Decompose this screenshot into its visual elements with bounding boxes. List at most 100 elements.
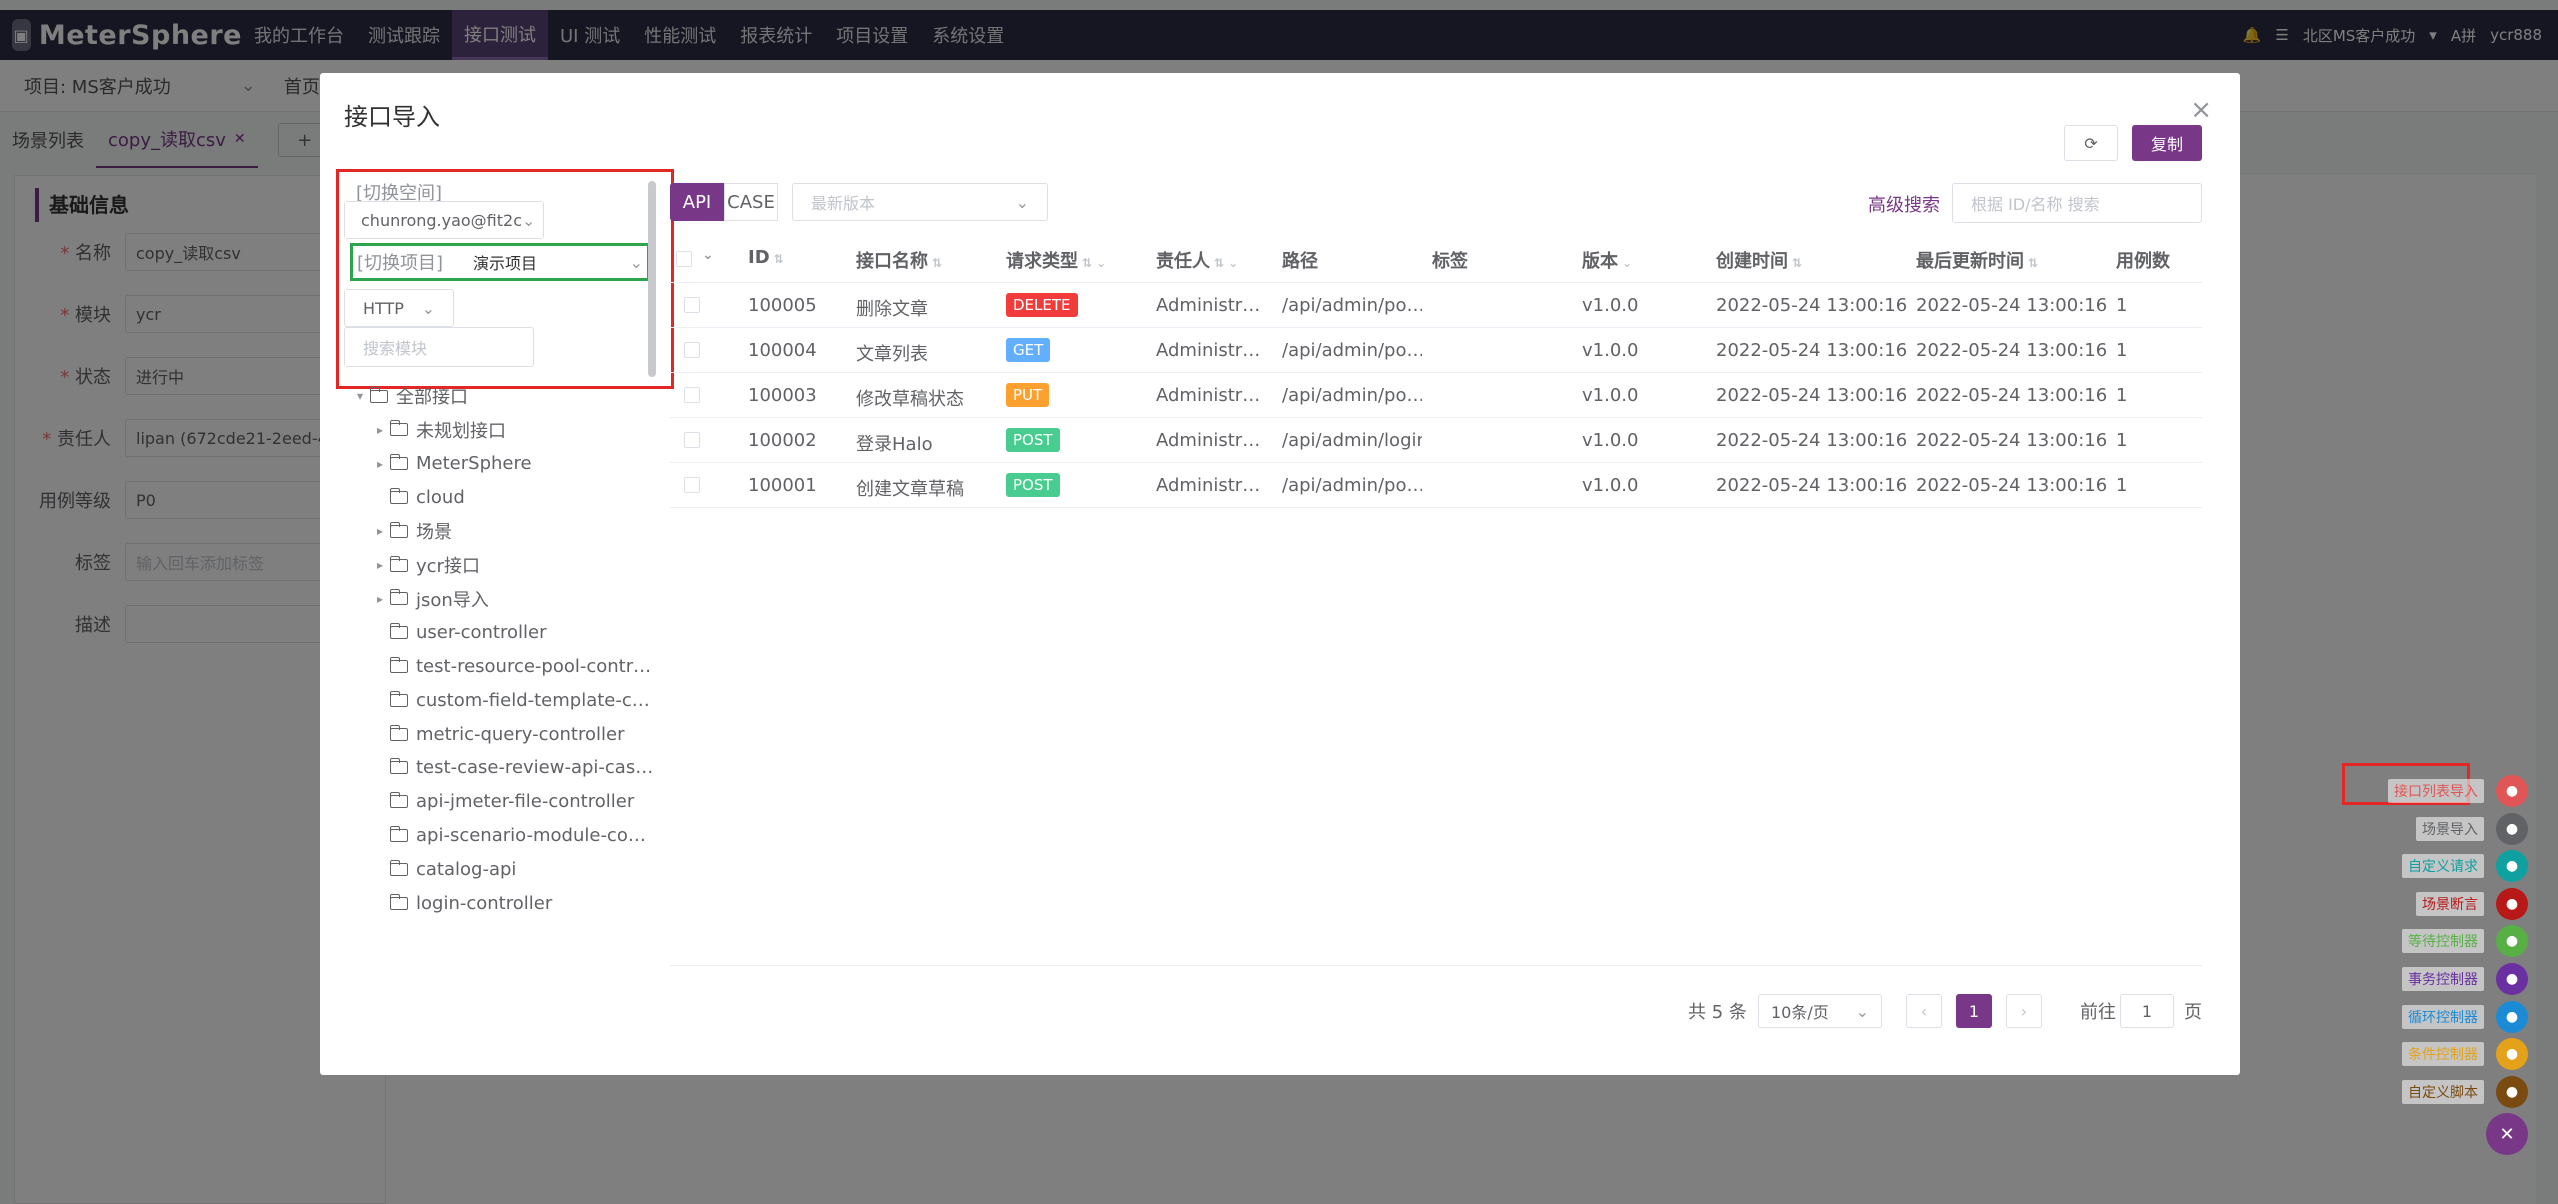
copy-button[interactable]: 复制: [2132, 125, 2202, 161]
fab-icon[interactable]: ●: [2496, 887, 2528, 920]
tree-node[interactable]: test-resource-pool-contr…: [370, 651, 651, 681]
table-row[interactable]: 100003 修改草稿状态 PUT Administr… /api/admin/po… v…: [670, 373, 2202, 418]
cell-created: 2022-05-24 13:00:16: [1716, 430, 1908, 451]
tree-node[interactable]: cloud: [370, 482, 465, 512]
tree-node[interactable]: catalog-api: [370, 854, 516, 884]
tree-node-label: api-scenario-module-co…: [416, 824, 646, 846]
table-row[interactable]: 100002 登录Halo POST Administr… /api/admin/log…: [670, 418, 2202, 463]
fab-label[interactable]: 自定义请求: [2402, 854, 2484, 879]
col-updated[interactable]: 最后更新时间 ⇅: [1916, 247, 2038, 273]
fab-icon[interactable]: ●: [2496, 963, 2528, 995]
table-row[interactable]: 100005 删除文章 DELETE Administr… /api/admin/po……: [670, 283, 2202, 328]
id-search-input[interactable]: 根据 ID/名称 搜索: [1952, 183, 2202, 223]
fab-icon[interactable]: ●: [2496, 925, 2528, 958]
tree-node[interactable]: test-case-review-api-cas…: [370, 753, 653, 783]
fab-item[interactable]: 场景导入 ●: [2416, 812, 2528, 845]
tab-case[interactable]: CASE: [724, 183, 778, 221]
fab-item[interactable]: 自定义脚本 ●: [2402, 1075, 2528, 1108]
tree-node[interactable]: login-controller: [370, 888, 552, 918]
fab-label[interactable]: 条件控制器: [2402, 1042, 2484, 1067]
caret-right-icon[interactable]: ▸: [370, 524, 390, 538]
fab-close-button[interactable]: ✕: [2486, 1113, 2528, 1155]
row-checkbox[interactable]: [684, 387, 700, 403]
fab-item[interactable]: 等待控制器 ●: [2402, 925, 2528, 958]
fab-label[interactable]: 接口列表导入: [2388, 779, 2484, 803]
row-checkbox[interactable]: [684, 297, 700, 313]
table-row[interactable]: 100004 文章列表 GET Administr… /api/admin/po… v1.…: [670, 328, 2202, 373]
page-number[interactable]: 1: [1956, 994, 1992, 1028]
module-search-input[interactable]: 搜索模块: [344, 327, 534, 367]
tree-node[interactable]: ▸ MeterSphere: [370, 449, 532, 479]
tree-node[interactable]: ▾ 全部接口: [350, 381, 468, 411]
goto-page-input[interactable]: 1: [2120, 994, 2174, 1028]
fab-label[interactable]: 事务控制器: [2402, 967, 2484, 991]
chevron-down-icon: ⌄: [629, 252, 644, 272]
fab-item[interactable]: 接口列表导入 ●: [2388, 775, 2528, 807]
caret-right-icon[interactable]: ▸: [370, 423, 390, 437]
fab-icon[interactable]: ●: [2496, 1038, 2528, 1071]
tree-node[interactable]: metric-query-controller: [370, 719, 624, 749]
fab-item[interactable]: 场景断言 ●: [2416, 887, 2528, 920]
tree-node[interactable]: api-scenario-module-co…: [370, 820, 646, 850]
row-checkbox[interactable]: [684, 432, 700, 448]
tree-node[interactable]: api-jmeter-file-controller: [370, 787, 634, 817]
col-owner[interactable]: 责任人 ⇅ ⌄: [1156, 247, 1238, 273]
workspace-select[interactable]: chunrong.yao@fit2c ⌄: [344, 201, 544, 239]
protocol-select[interactable]: HTTP ⌄: [344, 289, 454, 327]
fab-label[interactable]: 循环控制器: [2402, 1004, 2484, 1029]
page-size-value: 10条/页: [1771, 1003, 1829, 1022]
caret-down-icon[interactable]: ▾: [350, 389, 370, 403]
fab-icon[interactable]: ●: [2496, 1075, 2528, 1108]
method-badge: DELETE: [1006, 293, 1078, 317]
tree-node[interactable]: custom-field-template-c…: [370, 685, 650, 715]
tree-node[interactable]: ▸ json导入: [370, 584, 489, 614]
row-checkbox[interactable]: [684, 477, 700, 493]
method-badge: PUT: [1006, 383, 1050, 407]
fab-label[interactable]: 自定义脚本: [2402, 1079, 2484, 1104]
folder-icon: [390, 555, 408, 572]
tree-node[interactable]: ▸ ycr接口: [370, 550, 480, 580]
caret-right-icon[interactable]: ▸: [370, 457, 390, 471]
folder-icon: [390, 724, 408, 741]
caret-right-icon[interactable]: ▸: [370, 558, 390, 572]
fab-item[interactable]: 事务控制器 ●: [2402, 963, 2528, 995]
tree-node[interactable]: user-controller: [370, 618, 546, 648]
fab-item[interactable]: 自定义请求 ●: [2402, 850, 2528, 883]
fab-item[interactable]: 循环控制器 ●: [2402, 1000, 2528, 1033]
tree-node[interactable]: ▸ 场景: [370, 516, 452, 546]
next-page-button[interactable]: ›: [2006, 994, 2042, 1028]
table-row[interactable]: 100001 创建文章草稿 POST Administr… /api/admin/po……: [670, 463, 2202, 508]
advanced-search-link[interactable]: 高级搜索: [1868, 191, 1940, 217]
col-created[interactable]: 创建时间 ⇅: [1716, 247, 1802, 273]
version-select[interactable]: 最新版本 ⌄: [792, 183, 1048, 221]
fab-icon[interactable]: ●: [2496, 850, 2528, 883]
fab-label[interactable]: 场景断言: [2416, 891, 2484, 916]
fab-icon[interactable]: ●: [2496, 812, 2528, 845]
col-name[interactable]: 接口名称 ⇅: [856, 247, 942, 273]
fab-label[interactable]: 场景导入: [2416, 816, 2484, 841]
cell-version: v1.0.0: [1582, 340, 1639, 361]
tab-api[interactable]: API: [670, 183, 724, 221]
fab-label[interactable]: 等待控制器: [2402, 929, 2484, 954]
tree-node[interactable]: ▸ 未规划接口: [370, 415, 506, 445]
select-all-checkbox[interactable]: [676, 251, 692, 267]
chevron-down-icon[interactable]: ⌄: [702, 247, 714, 263]
col-version[interactable]: 版本 ⌄: [1582, 247, 1632, 273]
switch-project-link[interactable]: [切换项目]: [357, 249, 443, 275]
row-checkbox[interactable]: [684, 342, 700, 358]
caret-right-icon[interactable]: ▸: [370, 592, 390, 606]
fab-icon[interactable]: ●: [2496, 775, 2528, 807]
scrollbar[interactable]: [648, 181, 656, 377]
project-select[interactable]: 演示项目 ⌄: [453, 247, 643, 277]
cell-method: PUT: [1006, 383, 1050, 407]
col-method[interactable]: 请求类型 ⇅ ⌄: [1006, 247, 1106, 273]
refresh-button[interactable]: ⟳: [2064, 125, 2118, 161]
fab-item[interactable]: 条件控制器 ●: [2402, 1038, 2528, 1071]
page-size-select[interactable]: 10条/页 ⌄: [1758, 994, 1882, 1028]
fab-icon[interactable]: ●: [2496, 1000, 2528, 1033]
tree-node-label: test-case-review-api-cas…: [416, 757, 654, 779]
col-id[interactable]: ID ⇅: [748, 247, 784, 268]
tree-node-label: api-jmeter-file-controller: [416, 791, 635, 813]
close-icon[interactable]: ×: [2190, 95, 2212, 125]
prev-page-button[interactable]: ‹: [1906, 994, 1942, 1028]
